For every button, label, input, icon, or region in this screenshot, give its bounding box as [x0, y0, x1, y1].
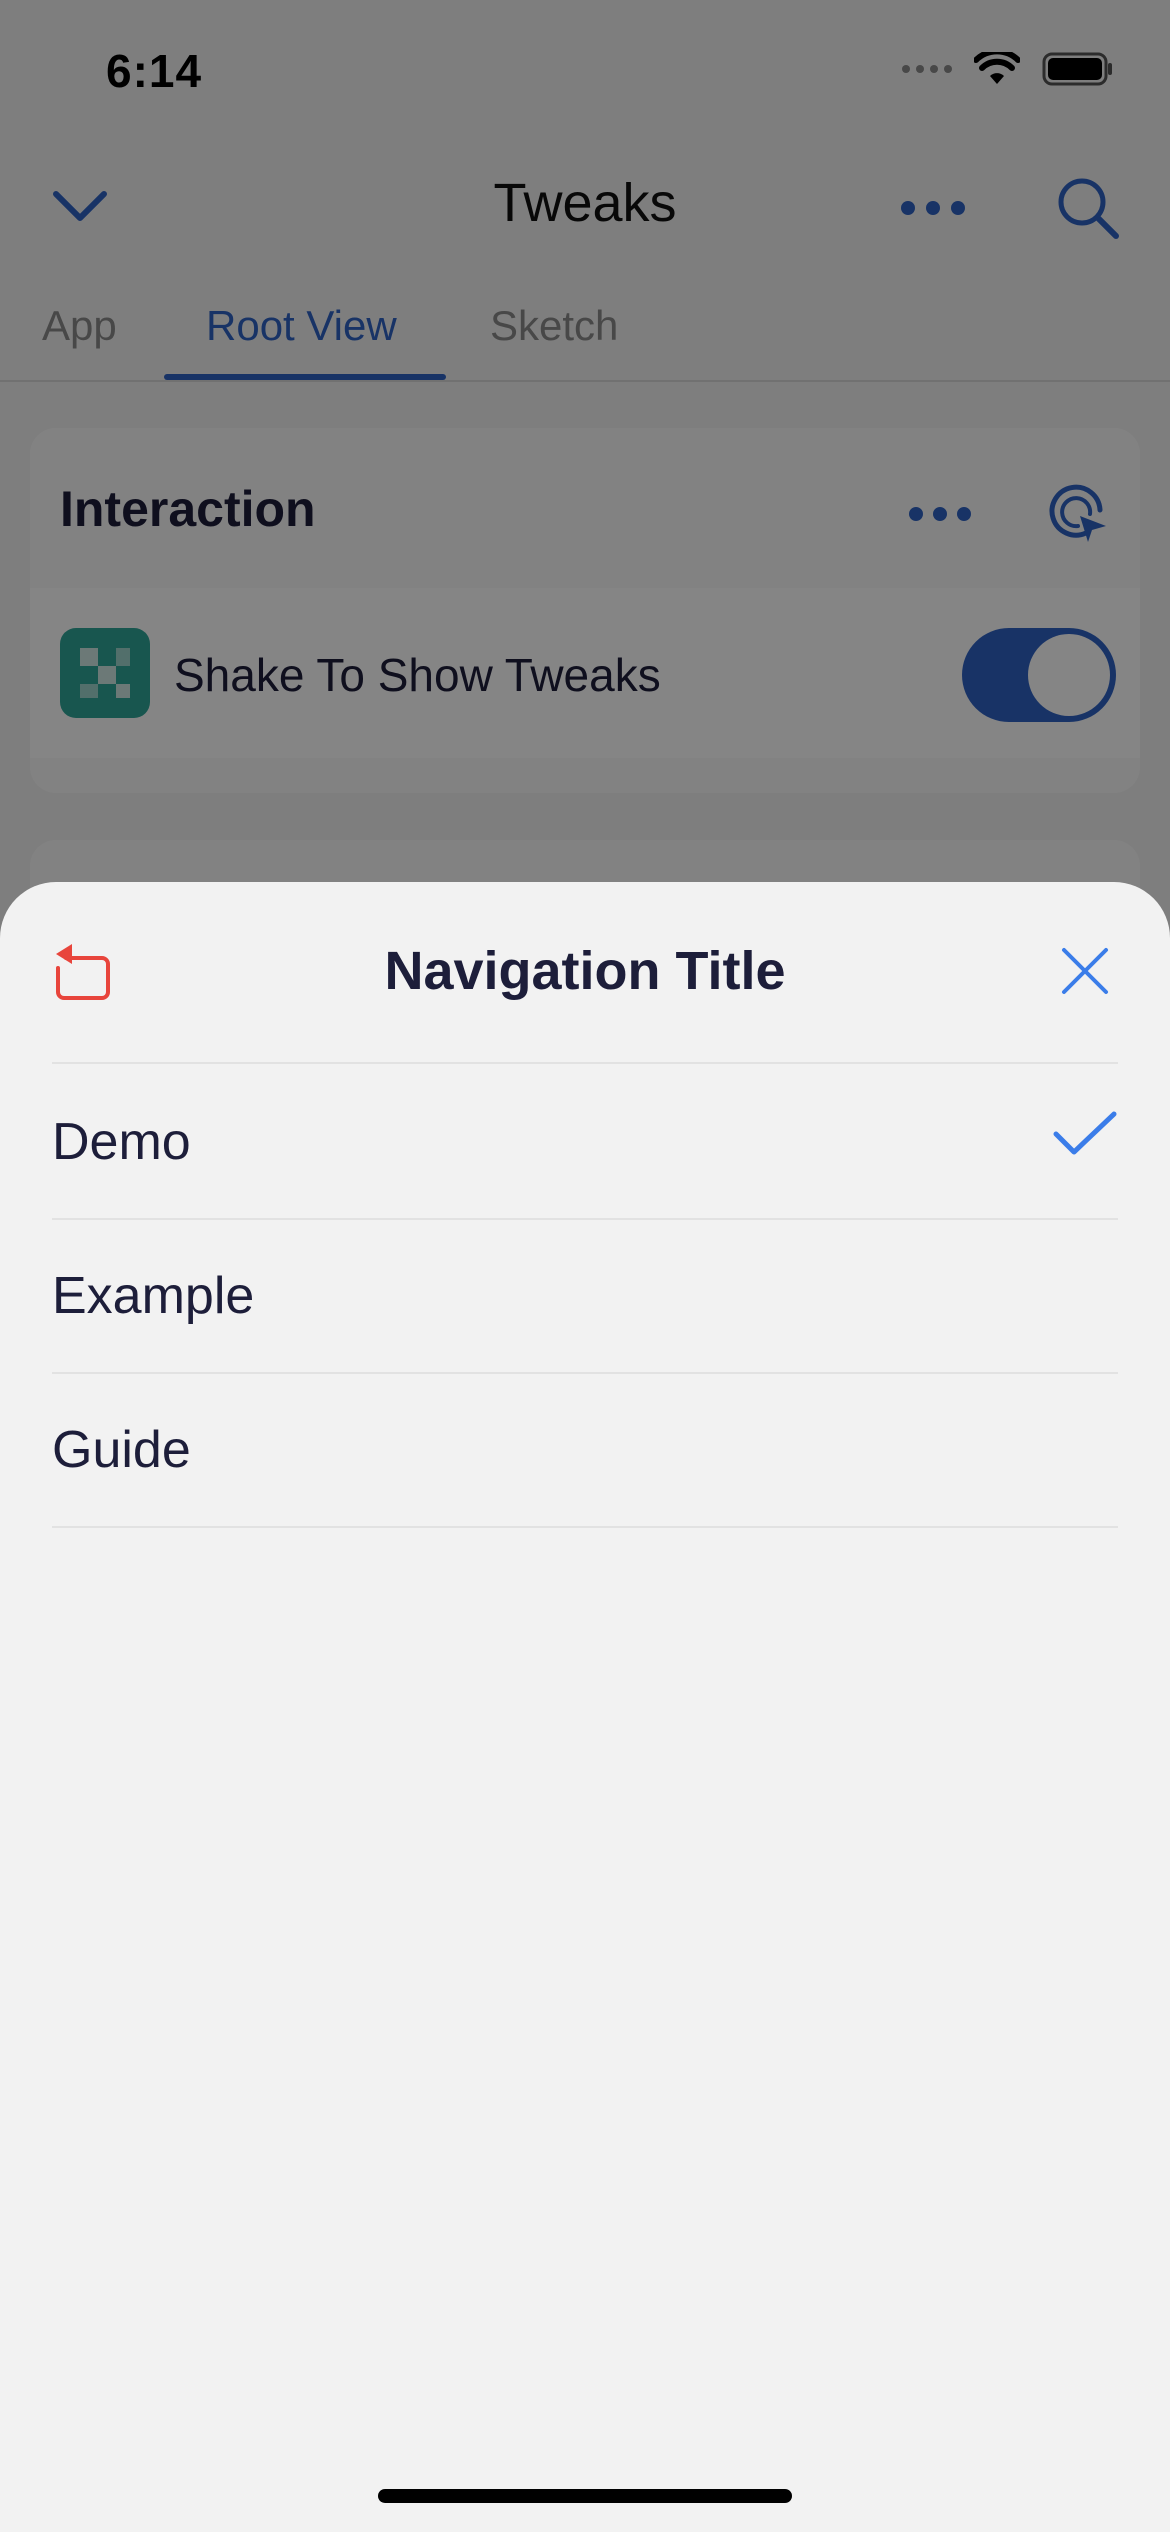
home-indicator	[378, 2489, 792, 2503]
option-label: Demo	[52, 1113, 191, 1171]
option-guide[interactable]: Guide	[52, 1372, 1118, 1528]
option-example[interactable]: Example	[52, 1218, 1118, 1374]
checkmark-icon	[1053, 1111, 1117, 1155]
close-icon[interactable]	[1060, 946, 1110, 996]
option-label: Example	[52, 1267, 255, 1325]
option-demo[interactable]: Demo	[52, 1064, 1118, 1220]
sheet-title: Navigation Title	[384, 941, 786, 1001]
option-label: Guide	[52, 1421, 191, 1479]
options-sheet: Navigation Title Demo Example Guide	[0, 882, 1170, 2532]
